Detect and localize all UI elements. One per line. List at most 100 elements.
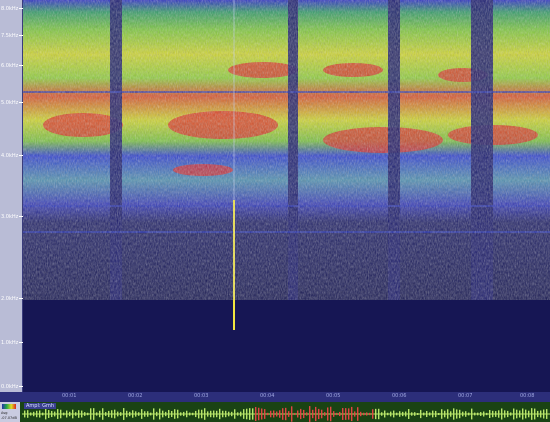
waveform-peak [216,410,218,418]
waveform-peak [534,408,536,420]
waveform-peak [276,411,278,417]
waveform-panel[interactable]: Avg -07.07dB Ampl: Gmh [0,402,550,422]
waveform-peak [501,408,503,420]
waveform-peak [369,412,371,416]
waveform-peak [24,410,26,418]
waveform-peak [489,409,491,419]
spectrogram-plot[interactable] [23,0,550,392]
waveform-peak [480,412,482,416]
waveform-peak [351,406,353,422]
waveform-peak [354,411,356,417]
waveform-peak [504,410,506,418]
waveform-peak [318,408,320,420]
waveform-peak [471,408,473,420]
waveform-peak [483,411,485,417]
waveform-peak [129,411,131,417]
time-tick: 00:01 [62,393,77,399]
waveform-peak [303,409,305,419]
waveform-peak [474,412,476,416]
freq-tick: 8.0kHz [0,6,23,12]
waveform-peak [450,411,452,417]
waveform-peak [285,407,287,421]
waveform-peak [237,412,239,416]
waveform-peak [345,408,347,420]
waveform-peak [462,411,464,417]
waveform-peak [525,409,527,419]
waveform-peak [132,410,134,418]
waveform-peak [144,411,146,417]
time-tick: 00:06 [392,393,407,399]
waveform-peak [87,412,89,416]
freq-tick: 7.5kHz [0,33,23,39]
waveform-peak [141,409,143,419]
color-scale-swatch [2,404,16,409]
waveform-peak [402,411,404,417]
waveform-peak [138,412,140,416]
waveform-peak [213,410,215,418]
waveform-peak [363,412,365,416]
waveform-peak [192,412,194,416]
waveform-canvas [22,406,550,422]
waveform-peak [267,412,269,416]
waveform-peak [357,407,359,421]
waveform-peak [519,410,521,418]
freq-tick: 6.0kHz [0,63,23,69]
waveform-peak [420,409,422,419]
waveform-peak [183,411,185,417]
waveform-peak [45,408,47,420]
waveform-label-top: Avg [1,411,8,415]
waveform-peak [249,408,251,420]
waveform-peak [324,412,326,416]
waveform-peak [378,408,380,420]
waveform-peak [27,410,29,418]
waveform-peak [297,410,299,418]
waveform-peak [375,408,377,420]
waveform-peak [546,409,548,419]
waveform-peak [426,410,428,418]
waveform-peak [429,412,431,416]
waveform-peak [225,410,227,418]
time-tick: 00:04 [260,393,275,399]
waveform-peak [414,412,416,416]
waveform-peak [294,412,296,416]
waveform-peak [51,410,53,418]
waveform-peak [252,408,254,420]
waveform-peak [165,411,167,417]
waveform-peak [417,412,419,416]
waveform-peak [342,408,344,420]
waveform-peak [57,409,59,419]
waveform-peak [30,412,32,416]
waveform-peak [36,410,38,418]
waveform-peak [156,411,158,417]
waveform-peak [372,409,374,419]
waveform-peak [468,412,470,416]
waveform-peak [189,412,191,416]
waveform-peak [447,409,449,419]
waveform-legend: Avg -07.07dB [0,402,20,422]
waveform-peak [111,410,113,418]
waveform-peak [54,411,56,417]
time-tick: 00:07 [458,393,473,399]
waveform-peak [195,410,197,418]
waveform-peak [60,409,62,419]
spectrogram-window: 8.0kHz 7.5kHz 6.0kHz 5.0kHz 4.0kHz 3.0kH… [0,0,550,422]
waveform-peak [102,408,104,420]
waveform-peak [360,411,362,417]
freq-tick: 0.0kHz [0,384,23,390]
waveform-peak [264,409,266,419]
spectrogram-canvas [23,0,550,392]
waveform-peak [411,412,413,416]
waveform-peak [522,408,524,420]
waveform-peak [99,410,101,418]
waveform-peak [423,412,425,416]
waveform-peak [486,412,488,416]
waveform-peak [408,409,410,419]
freq-tick: 5.0kHz [0,100,23,106]
waveform-peak [42,412,44,416]
waveform-peak [81,410,83,418]
time-tick: 00:02 [128,393,143,399]
waveform-peak [513,408,515,420]
frequency-axis: 8.0kHz 7.5kHz 6.0kHz 5.0kHz 4.0kHz 3.0kH… [0,0,23,392]
time-tick: 00:08 [520,393,535,399]
time-tick: 00:05 [326,393,341,399]
